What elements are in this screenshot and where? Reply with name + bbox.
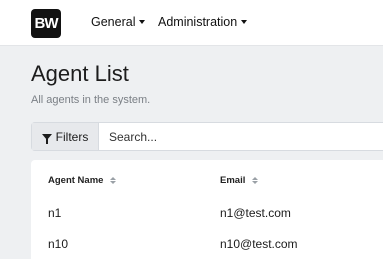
top-navbar: BW General Administration (0, 0, 383, 46)
brand-logo[interactable]: BW (31, 9, 61, 38)
page-title: Agent List (31, 61, 129, 86)
filters-button-label: Filters (55, 129, 89, 144)
sort-icon (110, 177, 117, 184)
cell-email: n10@test.com (220, 237, 298, 251)
cell-agent-name[interactable]: n10 (48, 237, 68, 251)
filter-funnel-icon (41, 133, 52, 144)
search-input[interactable] (99, 123, 383, 150)
column-header-label: Agent Name (48, 175, 104, 186)
column-header-email[interactable]: Email (220, 175, 259, 186)
agent-table: Agent Name Email n1 n1@test.com n10 n10@… (31, 160, 383, 259)
caret-down-icon (241, 20, 248, 24)
cell-email: n1@test.com (220, 206, 291, 220)
caret-down-icon (139, 20, 146, 24)
nav-administration-label: Administration (158, 15, 238, 29)
page-subtitle: All agents in the system. (31, 94, 151, 106)
nav-administration-dropdown[interactable]: Administration (158, 15, 248, 29)
nav-general-dropdown[interactable]: General (91, 15, 146, 29)
nav-general-label: General (91, 15, 136, 29)
filters-button[interactable]: Filters (32, 123, 99, 150)
filter-bar: Filters (31, 122, 383, 151)
column-header-agent-name[interactable]: Agent Name (48, 175, 117, 186)
sort-icon (252, 177, 259, 184)
cell-agent-name[interactable]: n1 (48, 206, 61, 220)
column-header-label: Email (220, 175, 246, 186)
